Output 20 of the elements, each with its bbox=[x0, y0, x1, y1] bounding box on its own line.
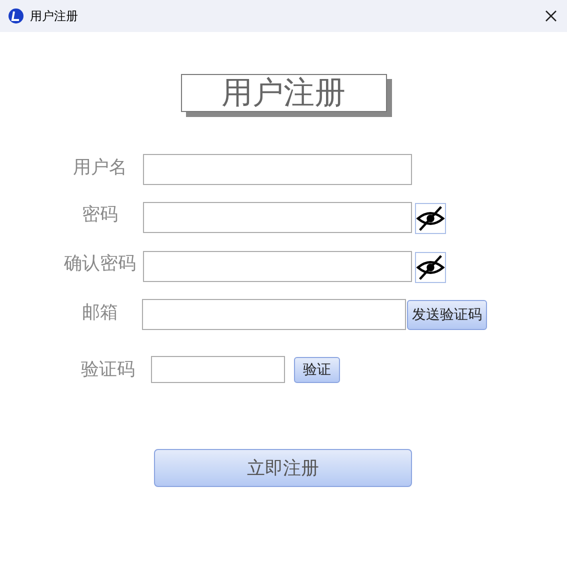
input-field[interactable] bbox=[143, 251, 412, 282]
toggle-visibility-button[interactable] bbox=[415, 252, 446, 283]
input-field[interactable] bbox=[151, 356, 285, 383]
field-label: 验证码 bbox=[80, 358, 136, 382]
crossed-eye-icon bbox=[416, 204, 445, 233]
app-logo-icon bbox=[8, 8, 24, 24]
send-code-button[interactable]: 发送验证码 bbox=[407, 300, 487, 330]
verify-button[interactable]: 验证 bbox=[294, 356, 340, 382]
field-label: 用户名 bbox=[72, 156, 128, 180]
window-title: 用户注册 bbox=[30, 8, 78, 25]
field-label: 密码 bbox=[81, 203, 119, 227]
toggle-visibility-button[interactable] bbox=[415, 203, 446, 234]
crossed-eye-icon bbox=[416, 253, 445, 282]
input-field[interactable] bbox=[142, 299, 406, 330]
input-field[interactable] bbox=[143, 202, 412, 233]
input-field[interactable] bbox=[143, 154, 412, 185]
field-label: 邮箱 bbox=[81, 301, 119, 325]
field-label: 确认密码 bbox=[63, 252, 137, 276]
register-button[interactable]: 立即注册 bbox=[154, 449, 412, 487]
close-icon[interactable] bbox=[545, 10, 557, 22]
